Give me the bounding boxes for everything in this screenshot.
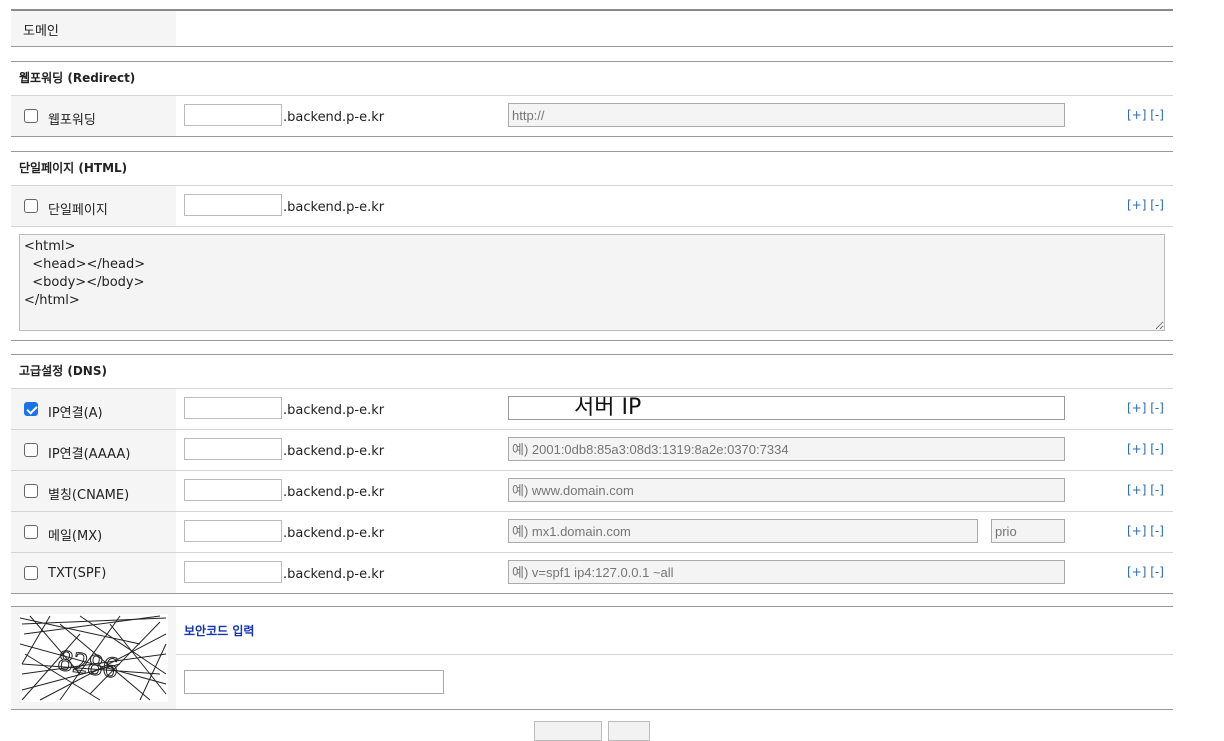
domain-suffix: .backend.p-e.kr [283, 526, 385, 541]
cancel-button[interactable] [608, 721, 650, 741]
add-row-button[interactable]: [+] [1127, 401, 1146, 415]
html-label: 단일페이지 [48, 203, 108, 218]
row-controls: [+] [-] [1127, 108, 1164, 122]
divider [11, 185, 1173, 186]
divider [11, 9, 1173, 11]
dns-txt-subdomain-input[interactable] [184, 561, 282, 583]
dns-mx-checkbox[interactable] [24, 525, 38, 539]
submit-button[interactable] [534, 721, 602, 741]
dns-mx-subdomain-input[interactable] [184, 520, 282, 542]
remove-row-button[interactable]: [-] [1150, 524, 1164, 538]
remove-row-button[interactable]: [-] [1150, 442, 1164, 456]
domain-suffix: .backend.p-e.kr [283, 485, 385, 500]
add-row-button[interactable]: [+] [1127, 198, 1146, 212]
dns-a-subdomain-input[interactable] [184, 397, 282, 419]
html-code-textarea[interactable]: <html> <head></head> <body></body> </htm… [19, 234, 1165, 331]
domain-suffix: .backend.p-e.kr [283, 200, 385, 215]
divider [11, 388, 1173, 389]
divider [11, 606, 1173, 607]
row-controls: [+] [-] [1127, 401, 1164, 415]
dns-cname-subdomain-input[interactable] [184, 479, 282, 501]
section-title-redirect: 웹포워딩 (Redirect) [19, 71, 136, 85]
redirect-subdomain-input[interactable] [184, 104, 282, 126]
dns-txt-value-input[interactable] [508, 560, 1065, 584]
add-row-button[interactable]: [+] [1127, 524, 1146, 538]
dns-a-label: IP연결(A) [48, 406, 103, 421]
domain-suffix: .backend.p-e.kr [283, 110, 385, 125]
divider [11, 46, 1173, 47]
divider [11, 593, 1173, 594]
dns-mx-label: 메일(MX) [48, 529, 103, 544]
divider [176, 654, 1173, 655]
domain-label: 도메인 [23, 24, 59, 39]
dns-txt-label: TXT(SPF) [48, 566, 107, 581]
divider [11, 136, 1173, 137]
divider [11, 95, 1173, 96]
dns-cname-label: 별칭(CNAME) [48, 488, 130, 503]
html-subdomain-input[interactable] [184, 194, 282, 216]
divider [11, 340, 1173, 341]
dns-a-checkbox[interactable] [24, 402, 38, 416]
section-title-dns: 고급설정 (DNS) [19, 364, 107, 378]
add-row-button[interactable]: [+] [1127, 483, 1146, 497]
captcha-image: 8286 [20, 614, 168, 702]
section-title-html: 단일페이지 (HTML) [19, 161, 128, 175]
domain-label-cell: 도메인 [11, 11, 176, 46]
domain-suffix: .backend.p-e.kr [283, 567, 385, 582]
add-row-button[interactable]: [+] [1127, 108, 1146, 122]
dns-txt-checkbox[interactable] [24, 566, 38, 580]
row-controls: [+] [-] [1127, 483, 1164, 497]
dns-cname-value-input[interactable] [508, 478, 1065, 502]
add-row-button[interactable]: [+] [1127, 565, 1146, 579]
remove-row-button[interactable]: [-] [1150, 108, 1164, 122]
dns-aaaa-label: IP연결(AAAA) [48, 447, 131, 462]
remove-row-button[interactable]: [-] [1150, 483, 1164, 497]
row-controls: [+] [-] [1127, 198, 1164, 212]
row-controls: [+] [-] [1127, 442, 1164, 456]
redirect-checkbox[interactable] [24, 109, 38, 123]
domain-suffix: .backend.p-e.kr [283, 444, 385, 459]
dns-mx-value-input[interactable] [508, 519, 978, 543]
html-checkbox[interactable] [24, 199, 38, 213]
add-row-button[interactable]: [+] [1127, 442, 1146, 456]
divider [11, 354, 1173, 355]
row-controls: [+] [-] [1127, 565, 1164, 579]
divider [11, 709, 1173, 710]
dns-a-value-input[interactable]: 서버 IP [508, 396, 1065, 420]
dns-cname-checkbox[interactable] [24, 484, 38, 498]
divider [11, 61, 1173, 62]
redirect-label: 웹포워딩 [48, 113, 96, 128]
dns-aaaa-checkbox[interactable] [24, 443, 38, 457]
dns-aaaa-subdomain-input[interactable] [184, 438, 282, 460]
divider [11, 226, 1173, 227]
remove-row-button[interactable]: [-] [1150, 198, 1164, 212]
remove-row-button[interactable]: [-] [1150, 565, 1164, 579]
redirect-url-input[interactable] [508, 103, 1065, 127]
divider [11, 470, 1173, 471]
remove-row-button[interactable]: [-] [1150, 401, 1164, 415]
divider [11, 151, 1173, 152]
dns-mx-prio-input[interactable] [991, 519, 1065, 543]
row-controls: [+] [-] [1127, 524, 1164, 538]
captcha-label: 보안코드 입력 [184, 624, 255, 638]
domain-suffix: .backend.p-e.kr [283, 403, 385, 418]
divider [11, 552, 1173, 553]
divider [11, 511, 1173, 512]
captcha-input[interactable] [184, 670, 444, 694]
dns-aaaa-value-input[interactable] [508, 437, 1065, 461]
divider [11, 429, 1173, 430]
